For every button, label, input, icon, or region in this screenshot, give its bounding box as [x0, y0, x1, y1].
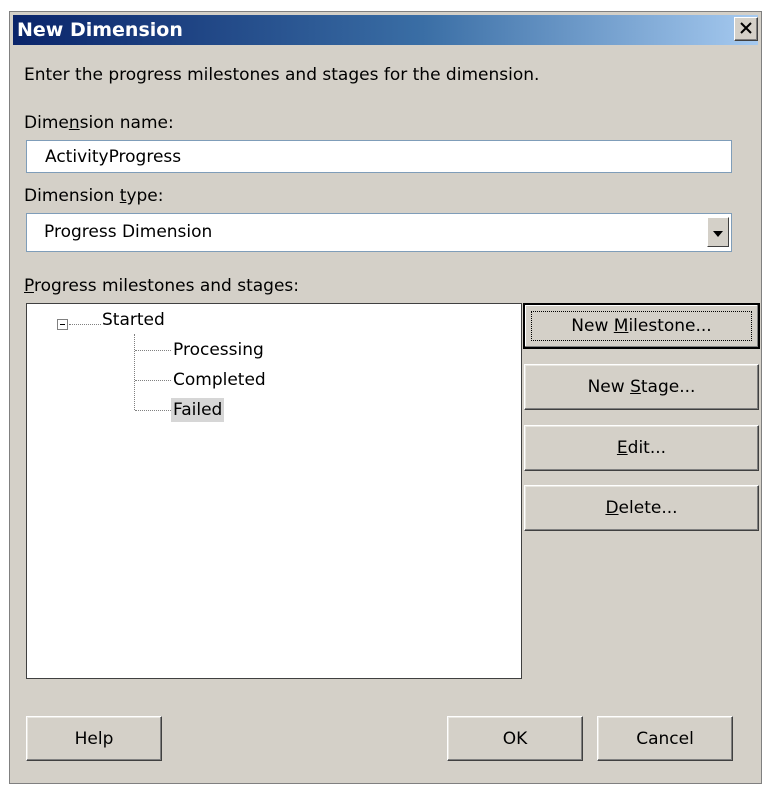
new-stage-button[interactable]: New Stage... — [524, 364, 759, 410]
instructions-text: Enter the progress milestones and stages… — [24, 65, 540, 85]
tree-connector — [135, 380, 171, 381]
help-button[interactable]: Help — [26, 716, 162, 761]
ok-button[interactable]: OK — [447, 716, 583, 761]
tree-node-completed[interactable]: Completed — [173, 368, 266, 392]
chevron-down-icon — [713, 223, 723, 242]
new-dimension-dialog: New Dimension Enter the progress milesto… — [9, 11, 762, 784]
dropdown-button[interactable] — [707, 217, 729, 247]
milestones-tree[interactable]: Started Processing Completed Failed — [26, 303, 522, 679]
title-bar[interactable]: New Dimension — [13, 15, 758, 45]
focus-rect — [531, 311, 752, 341]
new-milestone-button[interactable]: New Milestone... — [523, 303, 760, 349]
dimension-name-label: Dimension name: — [24, 113, 174, 133]
dimension-type-value: Progress Dimension — [44, 222, 213, 242]
cancel-button[interactable]: Cancel — [597, 716, 733, 761]
close-button[interactable] — [734, 17, 758, 41]
cancel-label: Cancel — [636, 728, 694, 749]
dialog-title: New Dimension — [17, 19, 183, 41]
tree-connector — [69, 324, 101, 325]
delete-label: Delete... — [605, 498, 678, 518]
tree-node-started[interactable]: Started — [102, 308, 165, 332]
dimension-type-select[interactable]: Progress Dimension — [26, 213, 732, 252]
dimension-type-label: Dimension type: — [24, 186, 164, 206]
close-icon — [740, 20, 752, 38]
new-stage-label: New Stage... — [587, 377, 696, 397]
ok-label: OK — [502, 728, 528, 749]
tree-connector — [135, 410, 171, 411]
collapse-icon[interactable] — [57, 319, 68, 330]
delete-button[interactable]: Delete... — [524, 485, 759, 531]
edit-label: Edit... — [616, 438, 667, 458]
milestones-label: Progress milestones and stages: — [24, 276, 299, 296]
tree-node-failed[interactable]: Failed — [171, 398, 225, 422]
tree-connector — [135, 350, 171, 351]
tree-connector — [134, 334, 135, 410]
edit-button[interactable]: Edit... — [524, 425, 759, 471]
tree-node-processing[interactable]: Processing — [173, 338, 264, 362]
dimension-name-input[interactable] — [26, 140, 732, 173]
help-label: Help — [74, 728, 114, 749]
